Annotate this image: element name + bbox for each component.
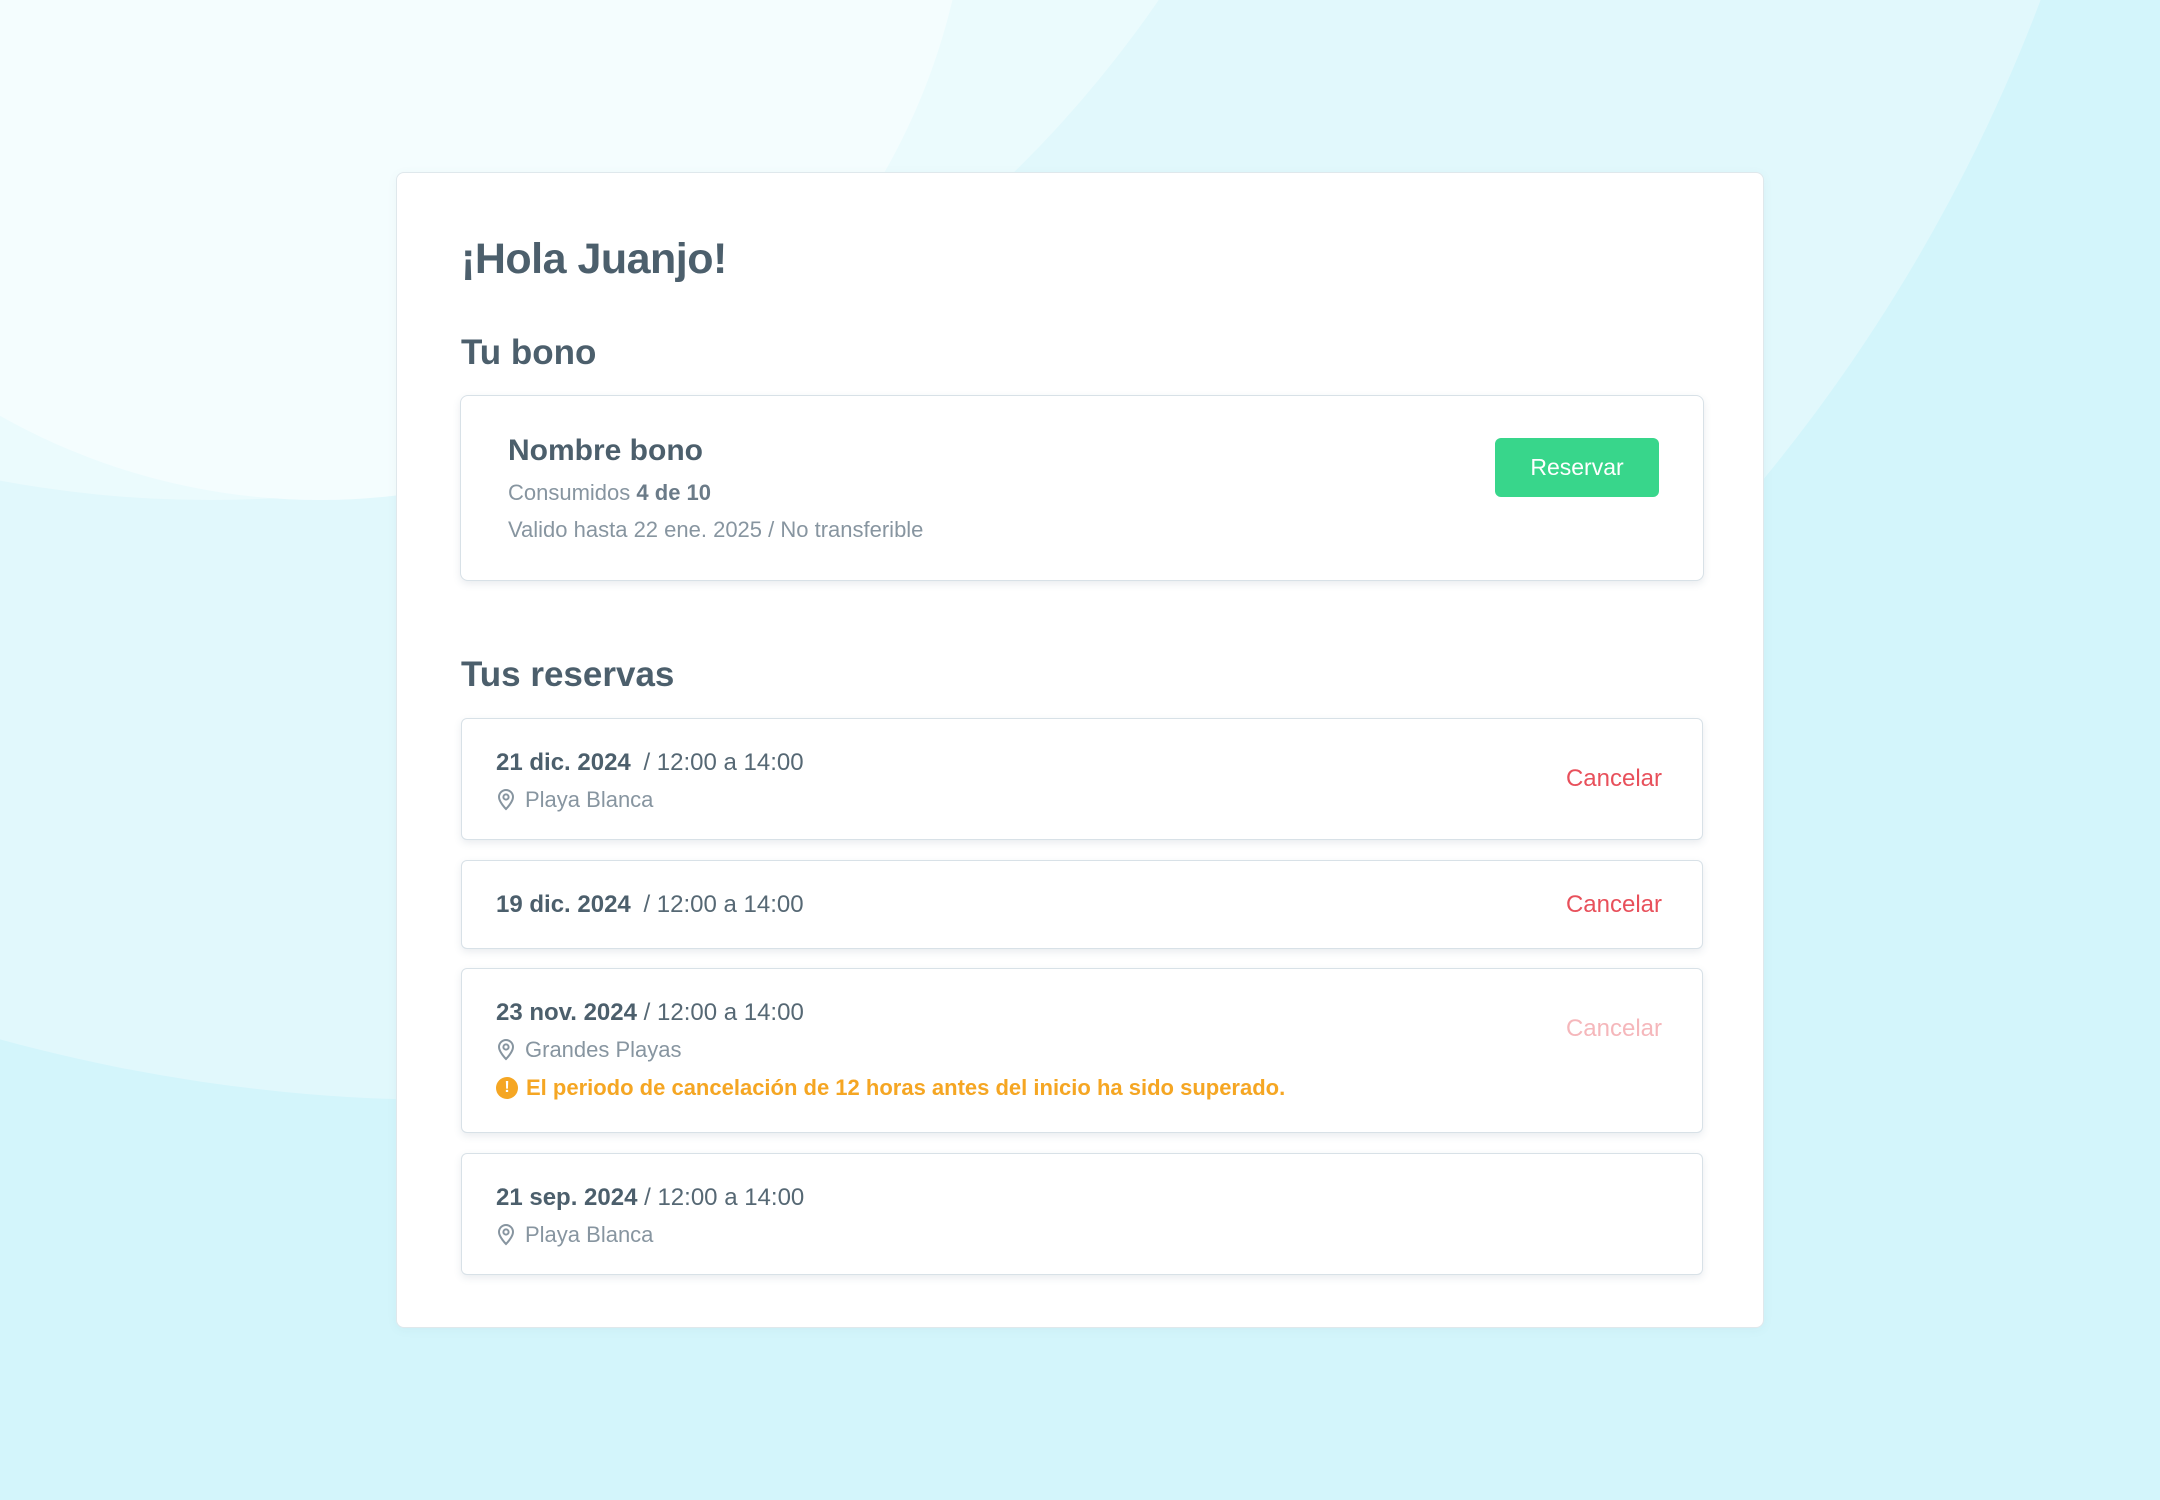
reservation-datetime: 19 dic. 2024 / 12:00 a 14:00 xyxy=(496,891,804,919)
reservation-location-text: Playa Blanca xyxy=(525,1222,654,1247)
cancellation-warning-text: El periodo de cancelación de 12 horas an… xyxy=(526,1075,1286,1100)
reservation-card: 21 sep. 2024 / 12:00 a 14:00 Playa Blanc… xyxy=(461,1153,1703,1275)
reservation-date: 19 dic. 2024 xyxy=(496,891,631,918)
bono-section-title: Tu bono xyxy=(461,333,597,372)
reservation-location: Playa Blanca xyxy=(496,787,653,813)
map-pin-icon xyxy=(497,1039,515,1061)
bono-validity: Valido hasta 22 ene. 2025 / No transferi… xyxy=(508,517,924,542)
exclamation-circle-icon: ! xyxy=(496,1077,518,1099)
reservation-card: 21 dic. 2024 / 12:00 a 14:00 Playa Blanc… xyxy=(461,718,1703,840)
reservas-section-title: Tus reservas xyxy=(461,655,675,694)
reservation-location: Grandes Playas xyxy=(496,1037,682,1063)
bono-consumed-label: Consumidos xyxy=(508,480,631,505)
cancel-button[interactable]: Cancelar xyxy=(1566,891,1662,919)
bono-consumed-value: 4 de 10 xyxy=(636,480,712,505)
reservation-location-text: Playa Blanca xyxy=(525,787,654,812)
bono-card: Nombre bono Consumidos 4 de 10 Valido ha… xyxy=(460,395,1704,581)
reservation-date: 21 dic. 2024 xyxy=(496,749,631,776)
reservation-time: / 12:00 a 14:00 xyxy=(644,1184,805,1211)
reservation-time: / 12:00 a 14:00 xyxy=(643,749,804,776)
reservation-datetime: 21 sep. 2024 / 12:00 a 14:00 xyxy=(496,1184,804,1212)
reservation-datetime: 21 dic. 2024 / 12:00 a 14:00 xyxy=(496,749,804,777)
bono-name: Nombre bono xyxy=(508,434,703,467)
map-pin-icon xyxy=(497,789,515,811)
reservation-location-text: Grandes Playas xyxy=(525,1037,682,1062)
reservation-time: / 12:00 a 14:00 xyxy=(643,999,804,1026)
reservation-location: Playa Blanca xyxy=(496,1222,653,1248)
cancellation-warning: ! El periodo de cancelación de 12 horas … xyxy=(496,1075,1285,1101)
bono-consumed: Consumidos 4 de 10 xyxy=(508,480,711,506)
reservation-datetime: 23 nov. 2024 / 12:00 a 14:00 xyxy=(496,999,804,1027)
reservation-date: 21 sep. 2024 xyxy=(496,1184,638,1211)
reservation-time: / 12:00 a 14:00 xyxy=(643,891,804,918)
reservation-date: 23 nov. 2024 xyxy=(496,999,637,1026)
main-card: ¡Hola Juanjo! Tu bono Nombre bono Consum… xyxy=(396,172,1764,1328)
cancel-button[interactable]: Cancelar xyxy=(1566,765,1662,793)
cancel-button-disabled: Cancelar xyxy=(1565,1015,1662,1042)
reserve-button[interactable]: Reservar xyxy=(1495,438,1659,497)
greeting-title: ¡Hola Juanjo! xyxy=(461,235,727,283)
reservation-card: 23 nov. 2024 / 12:00 a 14:00 Grandes Pla… xyxy=(461,968,1703,1133)
reservation-card: 19 dic. 2024 / 12:00 a 14:00 Cancelar xyxy=(461,860,1703,949)
map-pin-icon xyxy=(497,1224,515,1246)
